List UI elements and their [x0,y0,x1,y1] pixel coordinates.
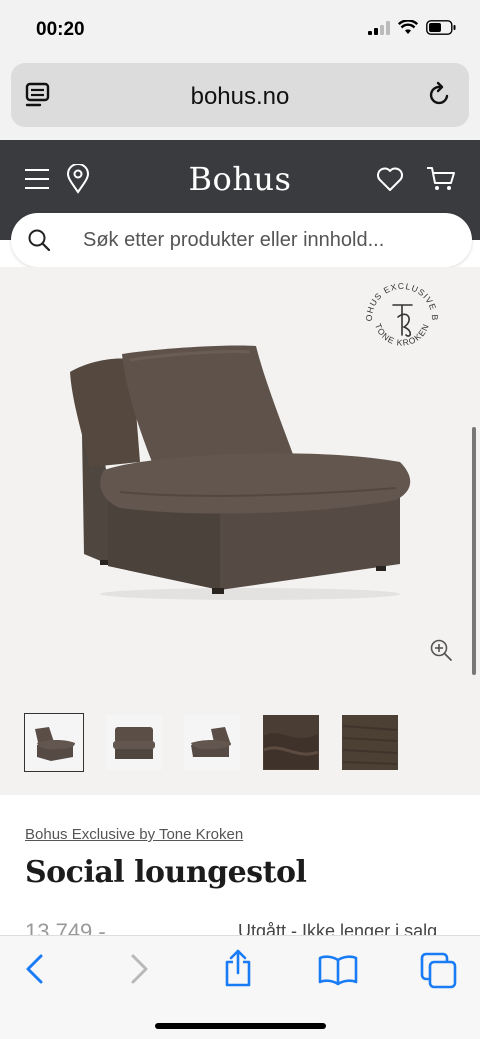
product-info: Bohus Exclusive by Tone Kroken Social lo… [0,795,480,944]
site-logo[interactable]: Bohus [0,160,480,198]
cart-icon[interactable] [426,166,456,192]
heart-icon[interactable] [376,166,404,192]
cellular-signal-icon [368,20,390,35]
product-image [70,345,411,600]
thumbnail-front-straight-view[interactable] [106,715,162,770]
chair-thumbnail-icon [113,726,155,759]
url-text[interactable]: bohus.no [11,83,469,111]
wifi-icon [398,20,418,34]
search-box[interactable] [11,213,472,267]
forward-icon[interactable] [126,952,152,986]
battery-icon [426,20,456,35]
fabric-texture-icon [264,733,318,769]
browser-toolbar [0,935,480,1039]
search-icon [28,229,51,252]
tabs-icon[interactable] [420,952,458,990]
home-indicator [155,1023,326,1029]
thumbnail-side-view[interactable] [184,715,240,770]
thumbnail-strip [0,695,480,795]
bookmarks-icon[interactable] [318,954,358,986]
brand-link[interactable]: Bohus Exclusive by Tone Kroken [25,826,243,843]
back-icon[interactable] [22,952,48,986]
reload-icon[interactable] [427,81,453,109]
search-input[interactable] [83,213,453,267]
scroll-indicator [472,427,476,675]
thumbnail-fabric-texture[interactable] [342,715,398,770]
browser-url-area: bohus.no [0,58,480,140]
thumbnail-front-view[interactable] [24,713,84,772]
product-image-area[interactable]: BOHUS EXCLUSIVE BY TONE KROKEN [0,267,480,695]
url-bar[interactable]: bohus.no [11,63,469,127]
product-title: Social loungestol [25,855,307,890]
chair-thumbnail-icon [35,726,75,761]
zoom-in-icon[interactable] [429,638,453,662]
chair-thumbnail-icon [191,726,231,757]
status-time: 00:20 [36,19,85,40]
thumbnail-fabric-closeup[interactable] [263,715,319,770]
fabric-texture-icon [343,716,397,769]
share-icon[interactable] [222,948,254,988]
status-bar: 00:20 [0,0,480,58]
status-icons [368,20,456,35]
